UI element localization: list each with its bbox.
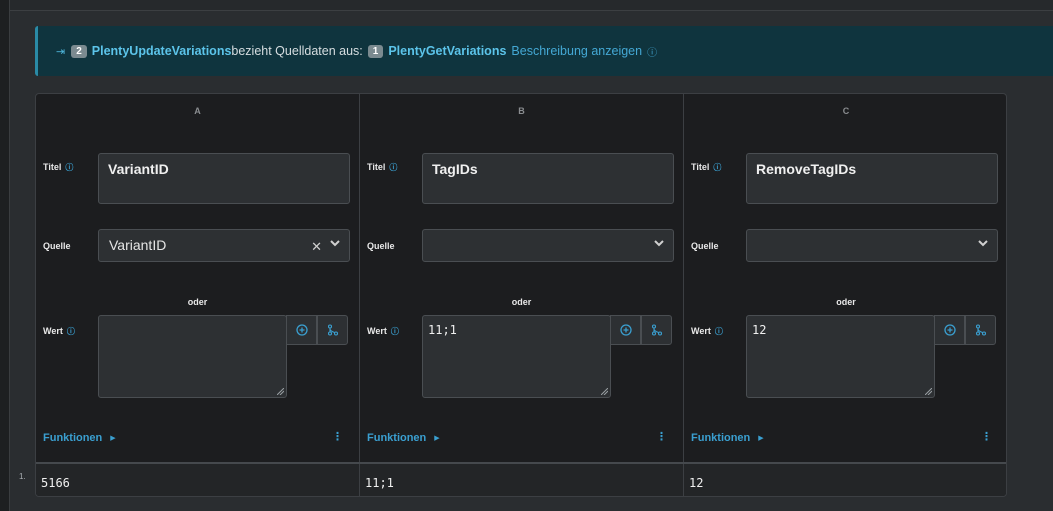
branch-icon [651,324,662,336]
clear-icon[interactable]: ✕ [311,240,322,253]
quelle-selected-value: VariantID [109,237,167,253]
funktionen-toggle[interactable]: Funktionen ▶ [43,432,116,444]
oder-label: oder [187,297,208,307]
chevron-right-icon: ▶ [758,435,764,442]
titel-input[interactable]: TagIDs [422,153,674,204]
top-bar [10,0,1053,11]
titel-label: Titel ⓘ [691,162,722,172]
help-icon[interactable]: ⓘ [647,44,657,59]
wert-input[interactable]: 11;1 [422,315,611,398]
result-cell-c: 12 [689,476,704,490]
branch-button[interactable] [965,315,996,345]
add-function-button[interactable] [610,315,641,345]
result-cell-b: 11;1 [360,464,684,496]
funktionen-toggle[interactable]: Funktionen ▶ [367,432,440,444]
chevron-down-icon[interactable] [653,237,665,249]
funktionen-toggle[interactable]: Funktionen ▶ [691,432,764,444]
source-badge: 1 [367,44,384,58]
quelle-select[interactable] [422,229,674,262]
oder-label: oder [511,297,532,307]
quelle-label: Quelle [43,241,71,251]
step-badge: 2 [71,44,87,58]
wert-input[interactable] [98,315,287,398]
help-icon[interactable]: ⓘ [67,327,75,336]
resize-handle-icon[interactable] [277,388,284,395]
source-info-banner: ⇥ 2 PlentyUpdateVariations bezieht Quell… [35,26,1053,76]
more-options-icon[interactable]: ⋮ [656,432,667,443]
quelle-label: Quelle [691,241,719,251]
quelle-select[interactable] [746,229,998,262]
oder-label: oder [836,297,856,307]
wert-value: 11;1 [428,323,457,337]
titel-input[interactable]: VariantID [98,153,350,204]
chevron-right-icon: ▶ [110,435,116,442]
wert-label: Wert ⓘ [367,326,399,336]
titel-label: Titel ⓘ [43,162,74,172]
chevron-down-icon[interactable] [977,237,989,249]
plus-circle-icon [943,324,956,336]
column-header: B [518,106,525,116]
result-cell-a: 5166 [36,464,360,496]
chevron-down-icon[interactable] [329,237,341,249]
help-icon[interactable]: ⓘ [65,163,73,172]
column-header: C [842,106,850,116]
row-number: 1. [19,472,26,481]
add-function-button[interactable] [286,315,317,345]
source-step-name[interactable]: PlentyGetVariations [388,44,506,58]
wert-label: Wert ⓘ [43,326,75,336]
plus-circle-icon [619,324,632,336]
titel-input[interactable]: RemoveTagIDs [746,153,998,204]
more-options-icon[interactable]: ⋮ [332,432,343,443]
show-description-link[interactable]: Beschreibung anzeigen [511,44,642,58]
help-icon[interactable]: ⓘ [715,327,723,336]
left-gutter [0,0,10,511]
result-row: 5166 11;1 12 [36,462,1006,496]
column-header: A [194,106,201,116]
help-icon[interactable]: ⓘ [391,327,399,336]
banner-text: bezieht Quelldaten aus: [231,44,363,58]
branch-button[interactable] [317,315,348,345]
wert-input[interactable]: 12 [746,315,935,398]
quelle-select[interactable]: VariantID ✕ [98,229,350,262]
mapping-grid: A Titel ⓘ VariantID Quelle VariantID ✕ od… [35,93,1007,497]
branch-button[interactable] [641,315,672,345]
resize-handle-icon[interactable] [601,388,608,395]
column-b: B Titel ⓘ TagIDs Quelle oder Wert ⓘ 11;1 F… [360,94,684,462]
titel-label: Titel ⓘ [367,162,398,172]
step-name[interactable]: PlentyUpdateVariations [92,44,232,58]
enter-icon: ⇥ [56,45,66,58]
resize-handle-icon[interactable] [925,388,932,395]
plus-circle-icon [295,324,308,336]
wert-label: Wert ⓘ [691,326,723,336]
more-options-icon[interactable]: ⋮ [981,432,992,443]
help-icon[interactable]: ⓘ [713,163,721,172]
chevron-right-icon: ▶ [434,435,440,442]
column-a: A Titel ⓘ VariantID Quelle VariantID ✕ od… [36,94,360,462]
help-icon[interactable]: ⓘ [389,163,397,172]
wert-value: 12 [752,323,767,337]
add-function-button[interactable] [934,315,965,345]
column-c: C Titel ⓘ RemoveTagIDs Quelle oder Wert ⓘ … [684,94,1006,462]
branch-icon [975,324,986,336]
quelle-label: Quelle [367,241,395,251]
branch-icon [327,324,338,336]
